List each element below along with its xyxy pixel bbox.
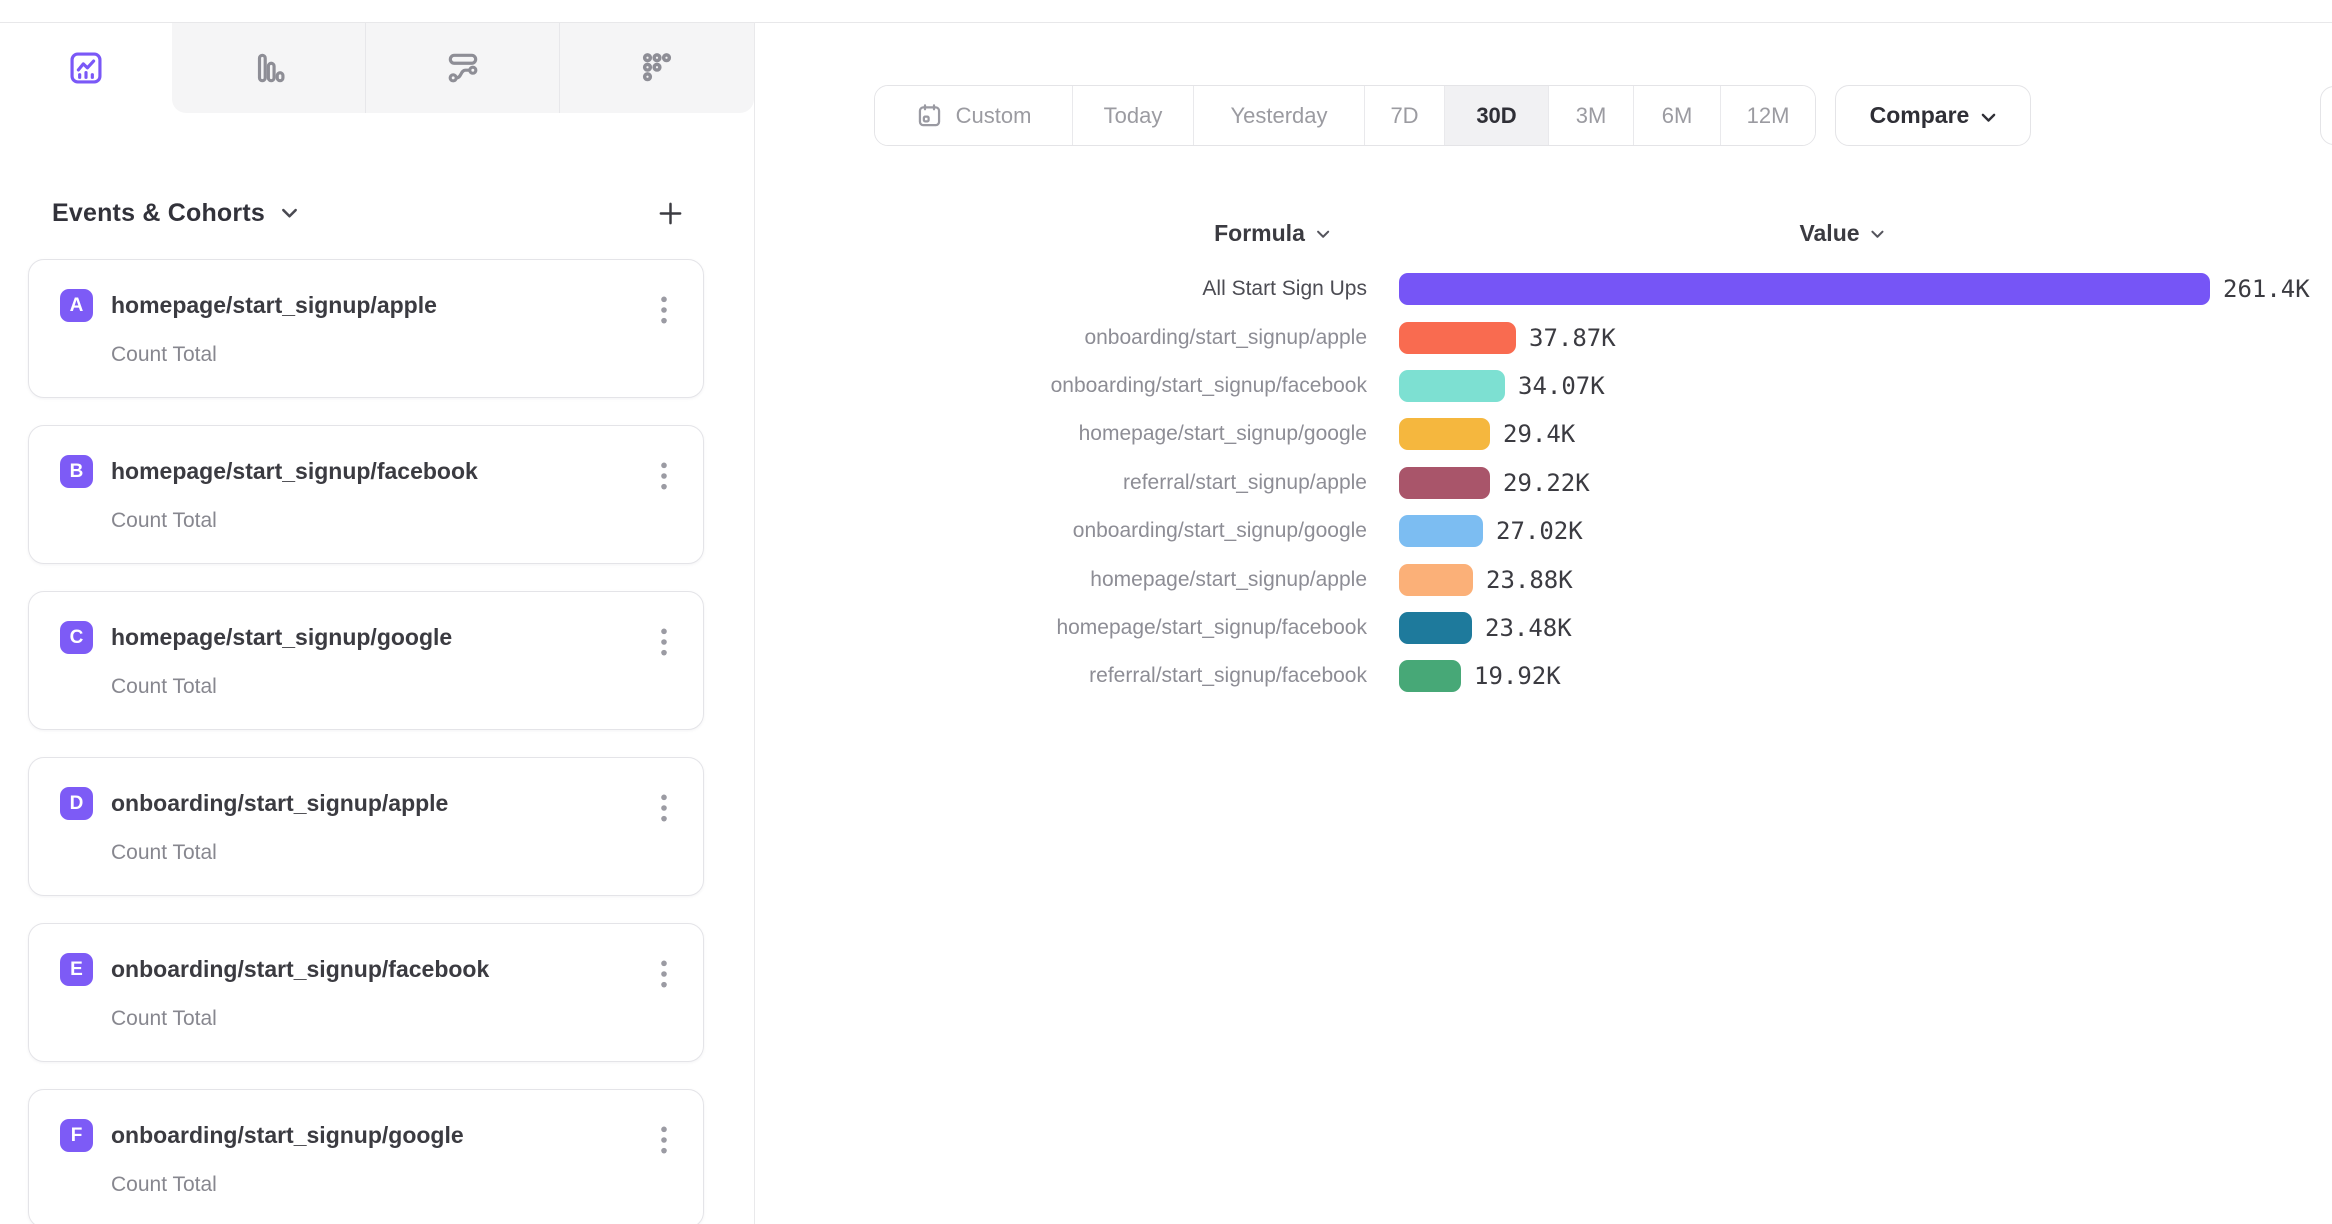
- bar-row-label[interactable]: onboarding/start_signup/apple: [0, 326, 1367, 350]
- bar-row-label[interactable]: referral/start_signup/facebook: [0, 664, 1367, 688]
- calendar-icon: [916, 102, 943, 129]
- event-metric[interactable]: Count Total: [111, 1173, 633, 1197]
- bar[interactable]: [1399, 660, 1461, 692]
- value-column-header[interactable]: Value: [1799, 217, 1884, 249]
- bar-value: 34.07K: [1518, 372, 1605, 400]
- bar[interactable]: [1399, 467, 1490, 499]
- plus-icon: [655, 198, 686, 229]
- flows-icon: [444, 49, 482, 87]
- event-name: onboarding/start_signup/google: [111, 1122, 464, 1149]
- bar-value: 29.22K: [1503, 469, 1590, 497]
- chevron-down-icon: [1981, 113, 1996, 123]
- bar-chart-row: referral/start_signup/facebook 19.92K: [0, 652, 2332, 700]
- bar-chart-row: referral/start_signup/apple 29.22K: [0, 459, 2332, 507]
- bar-chart-row: homepage/start_signup/facebook 23.48K: [0, 604, 2332, 652]
- add-event-button[interactable]: [648, 191, 692, 235]
- bar-value: 27.02K: [1496, 517, 1583, 545]
- retention-icon: [638, 49, 676, 87]
- bar-row-label[interactable]: homepage/start_signup/facebook: [0, 616, 1367, 640]
- date-range-selector: Custom Today Yesterday: [874, 85, 1816, 146]
- bar-value: 19.92K: [1474, 662, 1561, 690]
- bar-row-label[interactable]: referral/start_signup/apple: [0, 471, 1367, 495]
- chevron-down-icon: [1316, 230, 1330, 239]
- event-letter-badge: E: [60, 953, 93, 986]
- tab-bar-report[interactable]: [172, 23, 366, 113]
- kebab-menu-icon[interactable]: [651, 1124, 677, 1156]
- bar-chart-icon: [250, 49, 288, 87]
- compare-label: Compare: [1870, 102, 1970, 129]
- bar-chart-row: homepage/start_signup/google 29.4K: [0, 410, 2332, 458]
- bar-chart: All Start Sign Ups 261.4K onboarding/sta…: [0, 265, 2332, 701]
- date-range-label: Yesterday: [1230, 103, 1327, 129]
- bar[interactable]: [1399, 322, 1516, 354]
- event-card[interactable]: D onboarding/start_signup/apple Count To…: [28, 757, 704, 896]
- bar-chart-row: onboarding/start_signup/apple 37.87K: [0, 313, 2332, 361]
- bar-value: 261.4K: [2223, 275, 2310, 303]
- date-range-option[interactable]: 6M: [1634, 86, 1721, 145]
- kebab-menu-icon[interactable]: [651, 792, 677, 824]
- chevron-down-icon: [1871, 230, 1885, 239]
- bar[interactable]: [1399, 612, 1472, 644]
- date-range-label: 3M: [1576, 103, 1607, 129]
- event-metric[interactable]: Count Total: [111, 1007, 633, 1031]
- date-range-label: 12M: [1747, 103, 1790, 129]
- event-card[interactable]: E onboarding/start_signup/facebook Count…: [28, 923, 704, 1062]
- bar-value: 23.88K: [1486, 566, 1573, 594]
- bar-row-label[interactable]: All Start Sign Ups: [0, 277, 1367, 301]
- bar[interactable]: [1399, 418, 1490, 450]
- formula-column-header[interactable]: Formula: [1214, 217, 1330, 249]
- date-range-option[interactable]: 30D: [1445, 86, 1549, 145]
- bar[interactable]: [1399, 370, 1505, 402]
- tab-flows[interactable]: [366, 23, 560, 113]
- date-range-option[interactable]: Yesterday: [1194, 86, 1365, 145]
- bar-chart-row: homepage/start_signup/apple 23.88K: [0, 555, 2332, 603]
- date-range-option[interactable]: 3M: [1549, 86, 1634, 145]
- date-range-label: 6M: [1662, 103, 1693, 129]
- bar-chart-row: onboarding/start_signup/google 27.02K: [0, 507, 2332, 555]
- events-cohorts-title: Events & Cohorts: [52, 199, 265, 228]
- bar-row-label[interactable]: homepage/start_signup/google: [0, 422, 1367, 446]
- tab-retention[interactable]: [560, 23, 754, 113]
- date-range-option[interactable]: 12M: [1721, 86, 1815, 145]
- compare-button[interactable]: Compare: [1835, 85, 2031, 146]
- date-range-option[interactable]: 7D: [1365, 86, 1445, 145]
- bar-row-label[interactable]: onboarding/start_signup/facebook: [0, 374, 1367, 398]
- bar[interactable]: [1399, 564, 1473, 596]
- event-letter-badge: F: [60, 1119, 93, 1152]
- date-range-label: Custom: [956, 103, 1032, 129]
- bar[interactable]: [1399, 273, 2210, 305]
- value-header-label: Value: [1799, 220, 1859, 247]
- bar-value: 37.87K: [1529, 324, 1616, 352]
- date-range-label: 7D: [1390, 103, 1418, 129]
- formula-header-label: Formula: [1214, 220, 1305, 247]
- bar[interactable]: [1399, 515, 1483, 547]
- insights-icon: [67, 49, 105, 87]
- tab-insights[interactable]: [0, 23, 172, 113]
- bar-chart-row: onboarding/start_signup/facebook 34.07K: [0, 362, 2332, 410]
- insights-report-screen: Events & Cohorts A homepage/start_signup…: [0, 0, 2332, 1224]
- bar-value: 29.4K: [1503, 420, 1575, 448]
- event-metric[interactable]: Count Total: [111, 841, 633, 865]
- event-name: onboarding/start_signup/apple: [111, 790, 448, 817]
- bar-value: 23.48K: [1485, 614, 1572, 642]
- clipped-edge-button[interactable]: [2320, 86, 2332, 145]
- report-type-tabbar: [0, 23, 754, 113]
- bar-chart-row: All Start Sign Ups 261.4K: [0, 265, 2332, 313]
- date-range-option[interactable]: Today: [1073, 86, 1194, 145]
- event-name: onboarding/start_signup/facebook: [111, 956, 489, 983]
- events-cohorts-header: Events & Cohorts: [52, 190, 692, 236]
- date-range-label: Today: [1104, 103, 1163, 129]
- date-range-label: 30D: [1476, 103, 1516, 129]
- date-range-option[interactable]: Custom: [875, 86, 1073, 145]
- bar-row-label[interactable]: onboarding/start_signup/google: [0, 519, 1367, 543]
- event-card[interactable]: F onboarding/start_signup/google Count T…: [28, 1089, 704, 1224]
- bar-row-label[interactable]: homepage/start_signup/apple: [0, 568, 1367, 592]
- kebab-menu-icon[interactable]: [651, 958, 677, 990]
- chevron-down-icon[interactable]: [281, 208, 298, 219]
- event-letter-badge: D: [60, 787, 93, 820]
